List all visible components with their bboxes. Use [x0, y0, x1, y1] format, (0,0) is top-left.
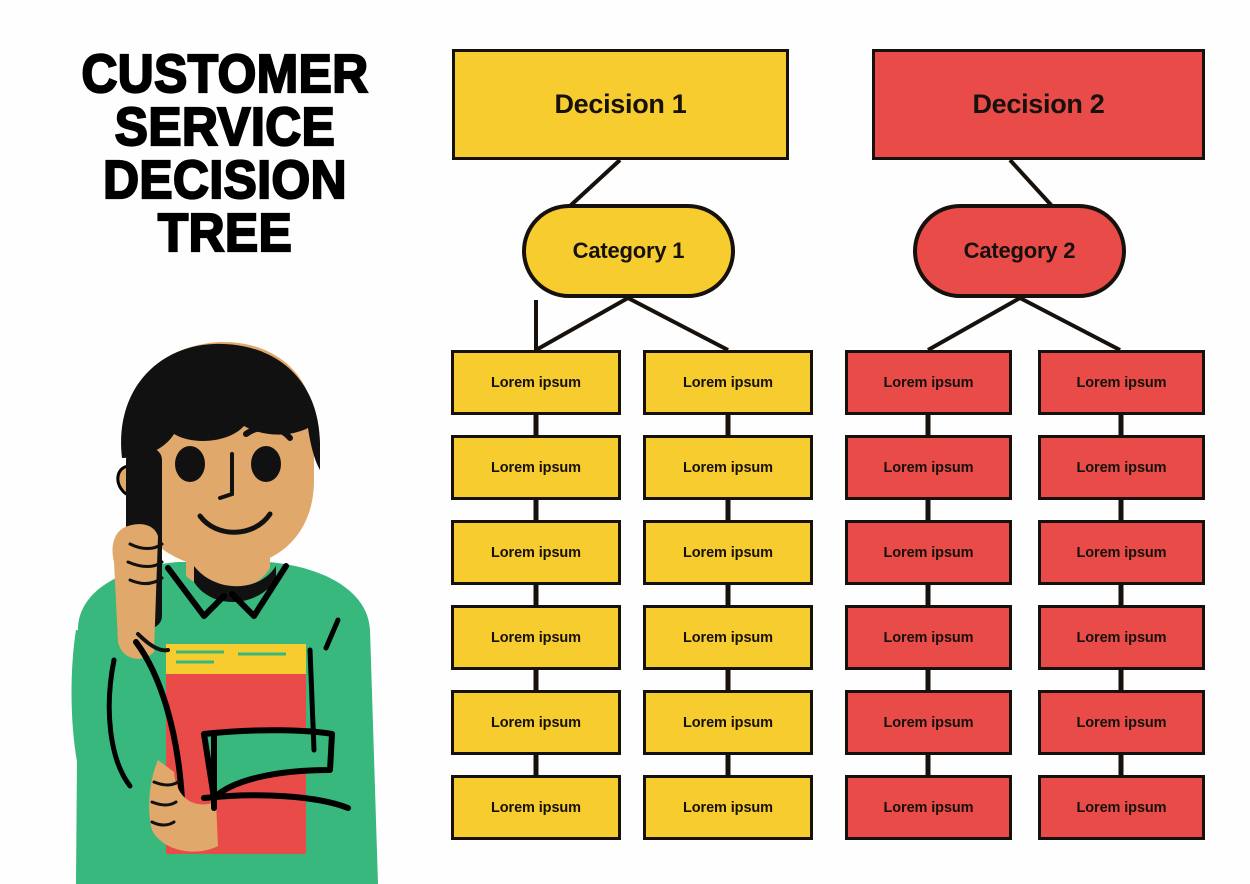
title-line-3: DECISION: [102, 149, 347, 210]
leaf-col2-row2[interactable]: Lorem ipsum: [643, 435, 813, 500]
title-line-1: CUSTOMER: [80, 44, 369, 104]
leaf-col3-row2[interactable]: Lorem ipsum: [845, 435, 1012, 500]
edge-category2-col4: [1019, 296, 1121, 352]
infographic-canvas: CUSTOMER SERVICE DECISION TREE Decision …: [0, 0, 1250, 884]
leaf-col1-row3[interactable]: Lorem ipsum: [451, 520, 621, 585]
leaf-col1-row6[interactable]: Lorem ipsum: [451, 775, 621, 840]
decision-node-2[interactable]: Decision 2: [872, 49, 1205, 160]
leaf-col3-row3[interactable]: Lorem ipsum: [845, 520, 1012, 585]
leaf-col4-row2[interactable]: Lorem ipsum: [1038, 435, 1205, 500]
edge-decision2-category2: [1008, 158, 1054, 208]
leaf-col4-row4[interactable]: Lorem ipsum: [1038, 605, 1205, 670]
leaf-col1-row4[interactable]: Lorem ipsum: [451, 605, 621, 670]
eye-left: [175, 446, 205, 482]
title-line-4: TREE: [157, 202, 293, 263]
decision-node-1[interactable]: Decision 1: [452, 49, 789, 160]
leaf-col2-row6[interactable]: Lorem ipsum: [643, 775, 813, 840]
edge-category1-col2: [627, 296, 729, 352]
leaf-col3-row5[interactable]: Lorem ipsum: [845, 690, 1012, 755]
hand-upper: [112, 524, 158, 659]
edge-category2-col3: [927, 296, 1021, 352]
leaf-col4-row1[interactable]: Lorem ipsum: [1038, 350, 1205, 415]
title-line-2: SERVICE: [114, 96, 336, 157]
edge-category1-col1: [535, 296, 629, 352]
page-title: CUSTOMER SERVICE DECISION TREE: [55, 44, 395, 263]
leaf-col1-row2[interactable]: Lorem ipsum: [451, 435, 621, 500]
leaf-col3-row4[interactable]: Lorem ipsum: [845, 605, 1012, 670]
customer-service-agent-illustration: [71, 342, 378, 884]
leaf-col2-row3[interactable]: Lorem ipsum: [643, 520, 813, 585]
book-pages: [166, 644, 306, 674]
category-node-1[interactable]: Category 1: [522, 204, 735, 298]
edge-decision1-category1: [568, 158, 622, 208]
leaf-col3-row1[interactable]: Lorem ipsum: [845, 350, 1012, 415]
leaf-col1-row1[interactable]: Lorem ipsum: [451, 350, 621, 415]
leaf-col4-row5[interactable]: Lorem ipsum: [1038, 690, 1205, 755]
leaf-col1-row5[interactable]: Lorem ipsum: [451, 690, 621, 755]
category-node-2[interactable]: Category 2: [913, 204, 1126, 298]
leaf-col3-row6[interactable]: Lorem ipsum: [845, 775, 1012, 840]
leaf-col4-row3[interactable]: Lorem ipsum: [1038, 520, 1205, 585]
eye-right: [251, 446, 281, 482]
leaf-col2-row1[interactable]: Lorem ipsum: [643, 350, 813, 415]
leaf-col4-row6[interactable]: Lorem ipsum: [1038, 775, 1205, 840]
leaf-col2-row4[interactable]: Lorem ipsum: [643, 605, 813, 670]
leaf-col2-row5[interactable]: Lorem ipsum: [643, 690, 813, 755]
